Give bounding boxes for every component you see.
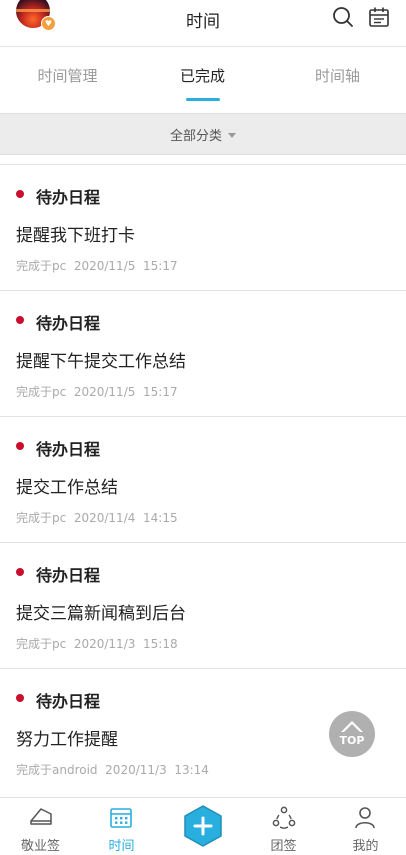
tab-time-management[interactable]: 时间管理 <box>0 65 135 86</box>
category-dot-icon <box>16 190 24 198</box>
calendar-icon[interactable] <box>368 6 390 28</box>
nav-label: 敬业签 <box>20 839 60 854</box>
item-meta: 完成于android 2020/11/3 13:14 <box>16 763 209 777</box>
item-title: 努力工作提醒 <box>16 730 118 750</box>
item-meta: 完成于pc 2020/11/3 15:18 <box>16 637 178 651</box>
item-meta: 完成于pc 2020/11/4 14:15 <box>16 511 178 525</box>
item-category: 待办日程 <box>36 566 101 585</box>
nav-item-time[interactable]: 时间 <box>81 798 162 855</box>
caret-down-icon <box>228 133 236 138</box>
scroll-to-top-button[interactable]: TOP <box>329 711 375 757</box>
nav-item-jingyeqian[interactable]: 敬业签 <box>0 798 81 855</box>
note-icon <box>30 808 52 825</box>
item-category: 待办日程 <box>36 314 101 333</box>
add-button[interactable] <box>182 805 224 847</box>
active-tab-indicator <box>186 98 220 101</box>
calendar-grid-icon <box>110 808 132 828</box>
nav-label: 我的 <box>352 839 379 854</box>
nav-label: 时间 <box>108 839 135 854</box>
item-category: 待办日程 <box>36 692 101 711</box>
tab-completed[interactable]: 已完成 <box>135 65 270 86</box>
category-filter-dropdown[interactable]: 全部分类 <box>0 125 406 144</box>
team-icon <box>272 806 296 829</box>
list-item[interactable]: 待办日程 提醒下午提交工作总结 完成于pc 2020/11/5 15:17 <box>0 290 406 416</box>
item-meta: 完成于pc 2020/11/5 15:17 <box>16 385 178 399</box>
category-dot-icon <box>16 442 24 450</box>
item-title: 提交三篇新闻稿到后台 <box>16 604 186 624</box>
item-title: 提醒下午提交工作总结 <box>16 352 186 372</box>
category-dot-icon <box>16 568 24 576</box>
item-meta: 完成于pc 2020/11/5 15:17 <box>16 259 178 273</box>
tab-timeline[interactable]: 时间轴 <box>270 65 405 86</box>
item-title: 提交工作总结 <box>16 478 118 498</box>
nav-item-mine[interactable]: 我的 <box>325 798 406 855</box>
search-icon[interactable] <box>332 6 354 28</box>
tab-bar: 时间管理 已完成 时间轴 <box>0 47 406 113</box>
nav-item-team[interactable]: 团签 <box>243 798 324 855</box>
list-item[interactable]: 待办日程 提交三篇新闻稿到后台 完成于pc 2020/11/3 15:18 <box>0 542 406 668</box>
category-dot-icon <box>16 316 24 324</box>
filter-bar: 全部分类 <box>0 113 406 155</box>
user-icon <box>355 807 375 829</box>
list-item[interactable]: 待办日程 提醒我下班打卡 完成于pc 2020/11/5 15:17 <box>0 164 406 290</box>
list-item[interactable]: 待办日程 提交工作总结 完成于pc 2020/11/4 14:15 <box>0 416 406 542</box>
item-category: 待办日程 <box>36 440 101 459</box>
item-title: 提醒我下班打卡 <box>16 226 135 246</box>
item-category: 待办日程 <box>36 188 101 207</box>
category-filter-label: 全部分类 <box>169 129 222 144</box>
arrow-up-icon <box>341 721 363 732</box>
scroll-to-top-label: TOP <box>339 734 365 747</box>
nav-label: 团签 <box>270 839 297 854</box>
top-header: ♥ 时间 <box>0 0 406 47</box>
completed-list: 待办日程 提醒我下班打卡 完成于pc 2020/11/5 15:17 待办日程 … <box>0 164 406 794</box>
category-dot-icon <box>16 694 24 702</box>
